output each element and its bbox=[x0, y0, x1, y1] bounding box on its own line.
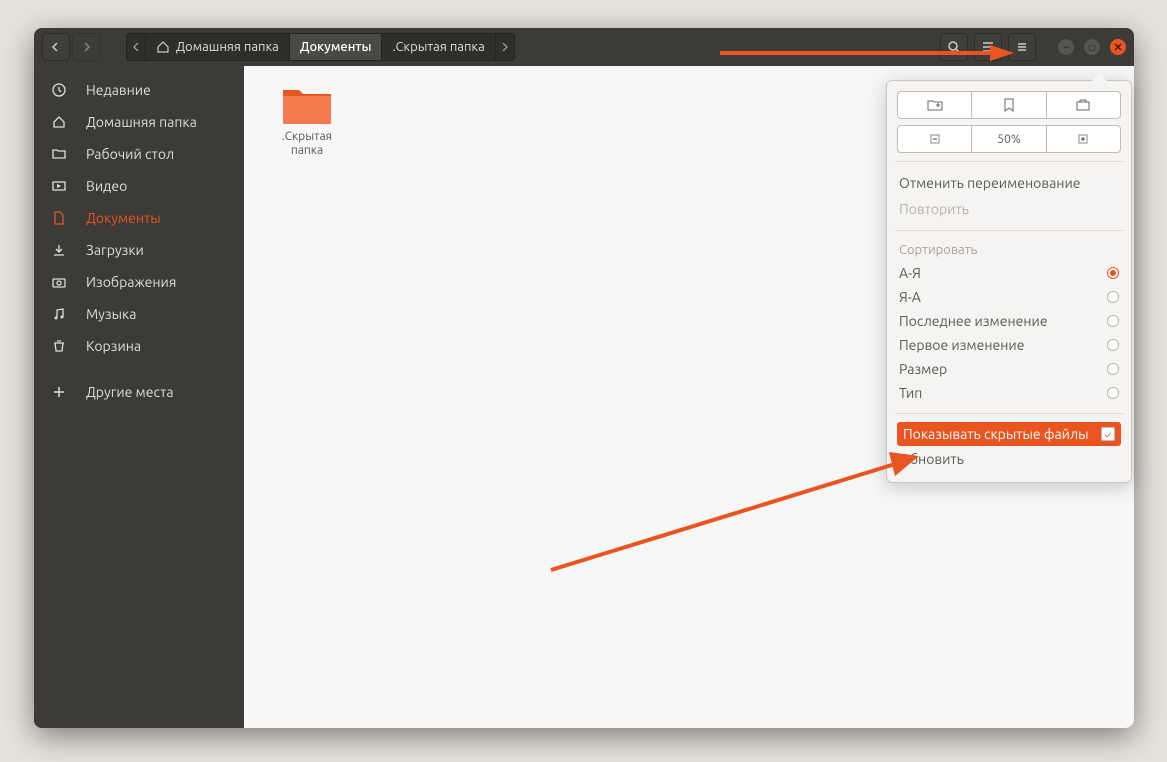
sort-option-label: Первое изменение bbox=[899, 337, 1024, 353]
sidebar-item-recent[interactable]: Недавние bbox=[34, 74, 244, 106]
clock-icon bbox=[50, 82, 68, 98]
radio-icon bbox=[1107, 315, 1119, 327]
video-icon bbox=[50, 178, 68, 194]
hamburger-popover: 50% Отменить переименование Повторить Со… bbox=[886, 80, 1132, 483]
zoom-in-button[interactable] bbox=[1047, 125, 1121, 153]
sort-option-first-modified[interactable]: Первое изменение bbox=[897, 333, 1121, 357]
sidebar-item-pictures[interactable]: Изображения bbox=[34, 266, 244, 298]
breadcrumb-prev-button[interactable] bbox=[127, 34, 146, 60]
view-toggle-button[interactable] bbox=[974, 33, 1002, 61]
sidebar-item-downloads[interactable]: Загрузки bbox=[34, 234, 244, 266]
hamburger-icon bbox=[1015, 40, 1029, 54]
folder-icon bbox=[50, 146, 68, 162]
sort-option-last-modified[interactable]: Последнее изменение bbox=[897, 309, 1121, 333]
radio-icon bbox=[1107, 339, 1119, 351]
reload-menu-item[interactable]: Обновить bbox=[897, 446, 1121, 472]
bookmark-button[interactable] bbox=[972, 91, 1046, 119]
folder-icon bbox=[281, 84, 333, 126]
sidebar-item-documents[interactable]: Документы bbox=[34, 202, 244, 234]
sidebar-item-label: Домашняя папка bbox=[86, 114, 197, 130]
back-button[interactable] bbox=[42, 33, 70, 61]
hamburger-menu-button[interactable] bbox=[1008, 33, 1036, 61]
sidebar-item-home[interactable]: Домашняя папка bbox=[34, 106, 244, 138]
sidebar-item-label: Другие места bbox=[86, 384, 174, 400]
sort-option-az[interactable]: А-Я bbox=[897, 261, 1121, 285]
sort-label: Сортировать bbox=[897, 239, 1121, 261]
show-hidden-files-toggle[interactable]: Показывать скрытые файлы ✓ bbox=[897, 422, 1121, 446]
download-icon bbox=[50, 242, 68, 258]
new-tab-button[interactable] bbox=[1047, 91, 1121, 119]
home-icon bbox=[50, 114, 68, 130]
radio-icon bbox=[1107, 387, 1119, 399]
radio-icon bbox=[1107, 363, 1119, 375]
sidebar-item-other-places[interactable]: Другие места bbox=[34, 376, 244, 408]
tab-icon bbox=[1076, 99, 1090, 111]
breadcrumb: Домашняя папка Документы .Скрытая папка bbox=[126, 33, 515, 61]
sidebar-item-label: Видео bbox=[86, 178, 127, 194]
search-icon bbox=[947, 40, 961, 54]
forward-button[interactable] bbox=[72, 33, 100, 61]
sort-option-size[interactable]: Размер bbox=[897, 357, 1121, 381]
breadcrumb-hidden-folder[interactable]: .Скрытая папка bbox=[382, 34, 495, 60]
radio-icon bbox=[1107, 291, 1119, 303]
sort-option-label: Размер bbox=[899, 361, 947, 377]
breadcrumb-home-label: Домашняя папка bbox=[176, 40, 279, 54]
search-button[interactable] bbox=[940, 33, 968, 61]
minus-icon bbox=[930, 134, 940, 144]
sort-option-za[interactable]: Я-А bbox=[897, 285, 1121, 309]
sort-option-label: А-Я bbox=[899, 265, 921, 281]
sidebar-item-label: Корзина bbox=[86, 338, 141, 354]
sidebar-item-label: Музыка bbox=[86, 306, 136, 322]
close-button[interactable] bbox=[1110, 39, 1126, 55]
sort-option-label: Последнее изменение bbox=[899, 313, 1048, 329]
new-folder-icon bbox=[927, 99, 943, 111]
camera-icon bbox=[50, 274, 68, 290]
minimize-button[interactable]: ─ bbox=[1058, 39, 1074, 55]
close-icon bbox=[1114, 43, 1122, 51]
breadcrumb-documents[interactable]: Документы bbox=[290, 34, 383, 60]
breadcrumb-next-button[interactable] bbox=[496, 34, 514, 60]
sidebar-item-label: Загрузки bbox=[86, 242, 144, 258]
sidebar-item-music[interactable]: Музыка bbox=[34, 298, 244, 330]
radio-icon bbox=[1107, 267, 1119, 279]
breadcrumb-hidden-folder-label: .Скрытая папка bbox=[392, 40, 484, 54]
checkbox-icon: ✓ bbox=[1101, 427, 1115, 441]
sidebar-item-label: Недавние bbox=[86, 82, 151, 98]
list-view-icon bbox=[981, 40, 995, 54]
trash-icon bbox=[50, 338, 68, 354]
music-icon bbox=[50, 306, 68, 322]
sidebar-item-label: Рабочий стол bbox=[86, 146, 174, 162]
folder-label: .Скрытая папка bbox=[282, 130, 332, 159]
sort-option-type[interactable]: Тип bbox=[897, 381, 1121, 405]
undo-menu-item[interactable]: Отменить переименование bbox=[897, 170, 1121, 196]
new-folder-button[interactable] bbox=[897, 91, 972, 119]
sort-option-label: Я-А bbox=[899, 289, 921, 305]
sort-option-label: Тип bbox=[899, 385, 922, 401]
sidebar-item-videos[interactable]: Видео bbox=[34, 170, 244, 202]
file-manager-window: Домашняя папка Документы .Скрытая папка bbox=[34, 28, 1134, 728]
sidebar: Недавние Домашняя папка Рабочий стол Вид… bbox=[34, 66, 244, 728]
titlebar: Домашняя папка Документы .Скрытая папка bbox=[34, 28, 1134, 66]
home-icon bbox=[156, 40, 170, 54]
bookmark-icon bbox=[1004, 98, 1014, 112]
sidebar-item-trash[interactable]: Корзина bbox=[34, 330, 244, 362]
folder-item-hidden[interactable]: .Скрытая папка bbox=[262, 84, 352, 159]
zoom-level[interactable]: 50% bbox=[972, 125, 1046, 153]
document-icon bbox=[50, 210, 68, 226]
sidebar-item-desktop[interactable]: Рабочий стол bbox=[34, 138, 244, 170]
sidebar-item-label: Документы bbox=[86, 210, 161, 226]
breadcrumb-home[interactable]: Домашняя папка bbox=[146, 34, 290, 60]
plus-icon bbox=[50, 384, 68, 400]
plus-icon bbox=[1078, 134, 1088, 144]
maximize-button[interactable]: □ bbox=[1084, 39, 1100, 55]
redo-menu-item: Повторить bbox=[897, 196, 1121, 222]
zoom-out-button[interactable] bbox=[897, 125, 972, 153]
show-hidden-label: Показывать скрытые файлы bbox=[903, 426, 1089, 442]
breadcrumb-documents-label: Документы bbox=[300, 40, 372, 54]
sidebar-item-label: Изображения bbox=[86, 274, 176, 290]
